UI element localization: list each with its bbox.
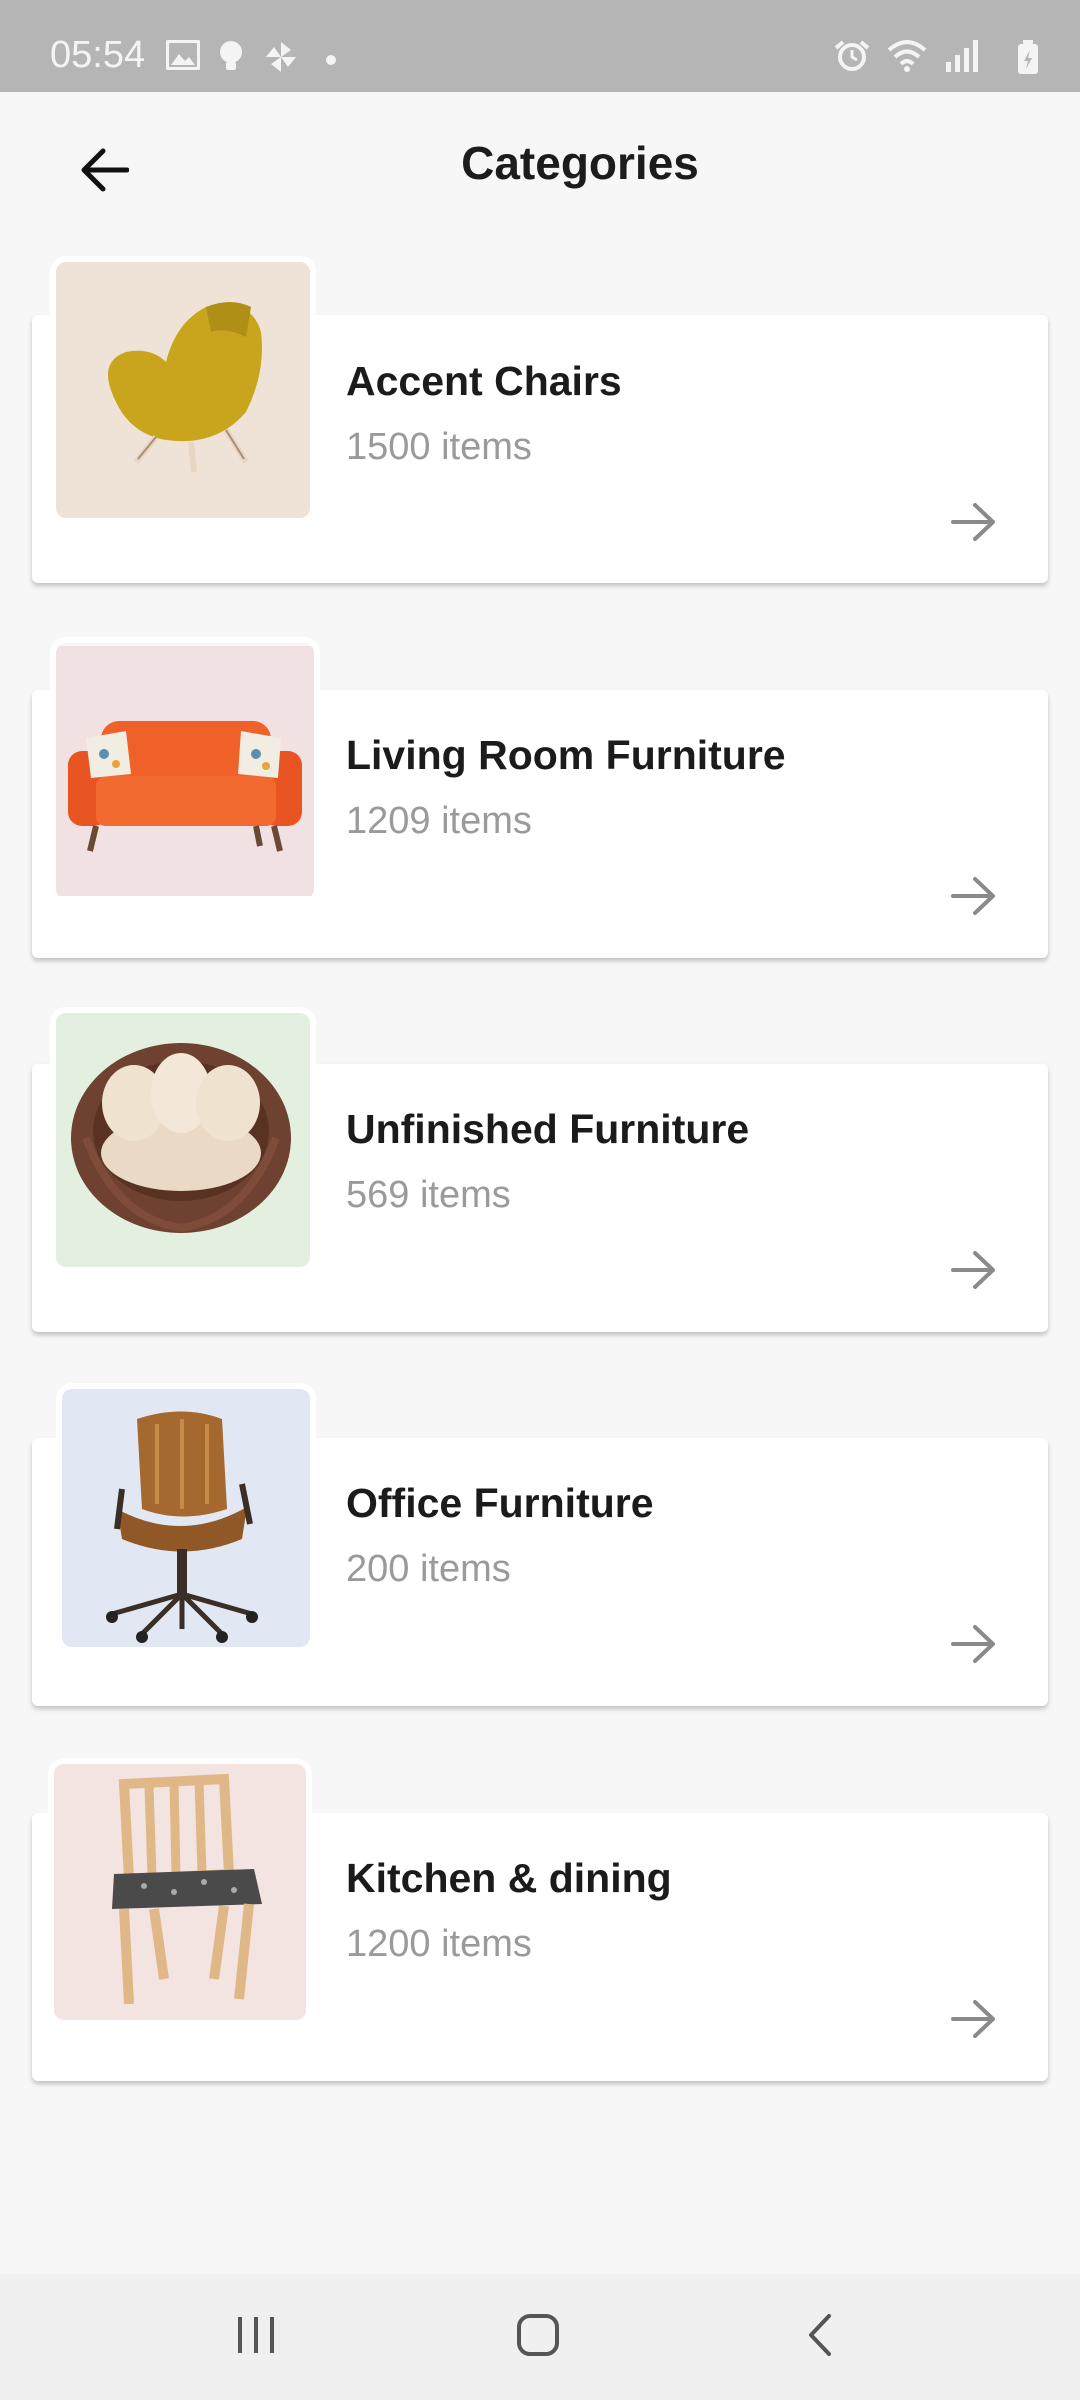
category-thumbnail <box>56 262 310 518</box>
category-count: 1200 items <box>346 1923 532 1965</box>
category-thumbnail <box>62 1389 310 1647</box>
nav-back-button[interactable] <box>780 2302 860 2372</box>
category-name: Living Room Furniture <box>346 732 786 778</box>
office-chair-image <box>62 1389 310 1647</box>
system-nav-bar <box>0 2274 1080 2400</box>
category-name: Accent Chairs <box>346 358 622 404</box>
category-count: 200 items <box>346 1548 511 1590</box>
arrow-right-icon <box>951 1999 997 2044</box>
sofa-image <box>56 646 314 896</box>
open-category-button[interactable] <box>944 868 1004 928</box>
category-count: 1209 items <box>346 800 532 842</box>
category-thumbnail <box>54 1764 306 2020</box>
back-icon <box>805 2313 835 2362</box>
category-count: 569 items <box>346 1174 511 1216</box>
category-name: Office Furniture <box>346 1480 654 1526</box>
accent-chair-image <box>56 262 310 518</box>
category-count: 1500 items <box>346 426 532 468</box>
arrow-right-icon <box>951 1624 997 1669</box>
recents-icon <box>234 2315 278 2360</box>
arrow-right-icon <box>951 876 997 921</box>
recents-button[interactable] <box>216 2302 296 2372</box>
open-category-button[interactable] <box>944 494 1004 554</box>
category-name: Unfinished Furniture <box>346 1106 750 1152</box>
category-thumbnail <box>56 643 314 899</box>
home-icon <box>516 2313 560 2362</box>
dining-chair-image <box>54 1764 306 2020</box>
arrow-right-icon <box>951 502 997 547</box>
home-button[interactable] <box>498 2302 578 2372</box>
arrow-right-icon <box>951 1250 997 1295</box>
round-chair-image <box>56 1013 310 1267</box>
category-name: Kitchen & dining <box>346 1855 672 1901</box>
category-thumbnail <box>56 1013 310 1267</box>
open-category-button[interactable] <box>944 1991 1004 2051</box>
open-category-button[interactable] <box>944 1616 1004 1676</box>
open-category-button[interactable] <box>944 1242 1004 1302</box>
category-list: Accent Chairs 1500 items Living Room Fur… <box>0 0 1080 2270</box>
